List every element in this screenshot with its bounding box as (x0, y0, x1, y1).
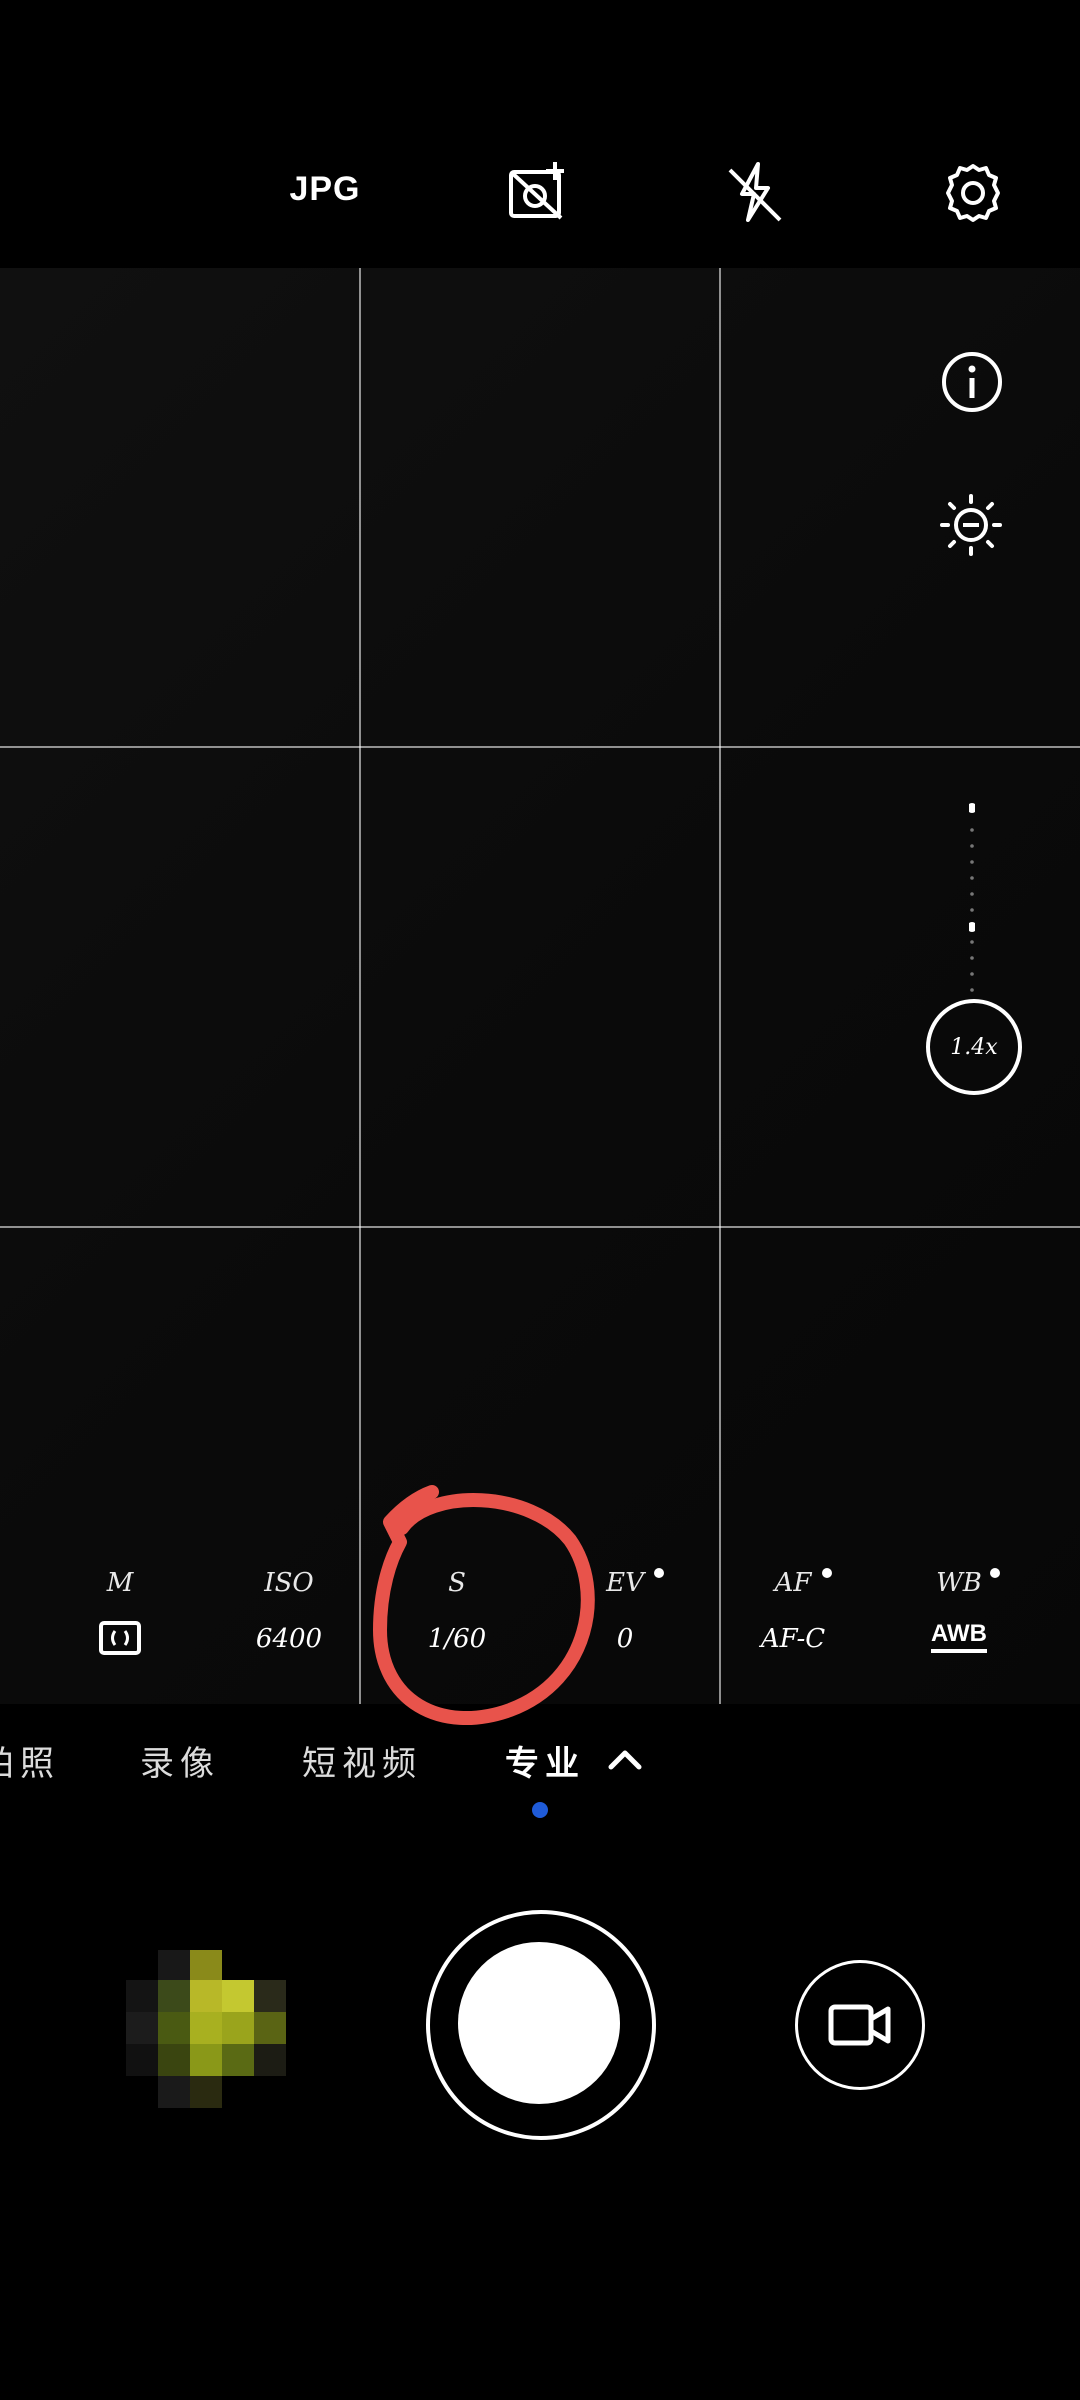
param-value: AWB (884, 1620, 1034, 1653)
video-record-button[interactable] (795, 1960, 925, 2090)
param-label: M (106, 1568, 134, 1598)
mode-pro[interactable]: 专业 (505, 1736, 585, 1785)
shutter-button[interactable] (458, 1942, 620, 2104)
exposure-icon[interactable] (938, 492, 1004, 558)
param-value: 6400 (255, 1624, 323, 1654)
param-label: WB (936, 1568, 982, 1598)
mode-photo[interactable]: 拍照 (0, 1736, 60, 1785)
info-icon[interactable] (940, 350, 1004, 414)
format-toggle[interactable]: JPG (260, 170, 390, 209)
settings-icon[interactable] (938, 158, 1008, 228)
flash-off-icon[interactable] (720, 158, 790, 228)
annotation-circle (373, 1485, 595, 1725)
param-label: ISO (264, 1568, 314, 1598)
param-indicator-dot (990, 1568, 1000, 1578)
param-label: AF (774, 1568, 812, 1598)
param-af[interactable]: AF AF-C (718, 1568, 868, 1654)
param-value: AF-C (760, 1624, 826, 1654)
video-camera-icon (828, 2004, 891, 2046)
grid-line (0, 1226, 1080, 1228)
zoom-slider[interactable] (969, 800, 975, 1000)
param-indicator-dot (822, 1568, 832, 1578)
metering-icon (99, 1621, 141, 1655)
active-mode-indicator (532, 1802, 548, 1818)
gallery-thumbnail[interactable] (126, 1950, 288, 2112)
param-iso[interactable]: ISO 6400 (214, 1568, 364, 1654)
mode-video[interactable]: 录像 (140, 1736, 220, 1785)
param-metering[interactable]: M (45, 1568, 195, 1660)
grid-line (719, 268, 721, 1704)
param-wb[interactable]: WB AWB (884, 1568, 1034, 1653)
mode-short-video[interactable]: 短视频 (302, 1736, 422, 1785)
chevron-up-icon[interactable] (607, 1745, 643, 1771)
zoom-level-button[interactable]: 1.4x (926, 999, 1022, 1095)
grid-line (0, 746, 1080, 748)
param-indicator-dot (654, 1568, 664, 1578)
live-photo-off-icon[interactable] (505, 158, 575, 228)
